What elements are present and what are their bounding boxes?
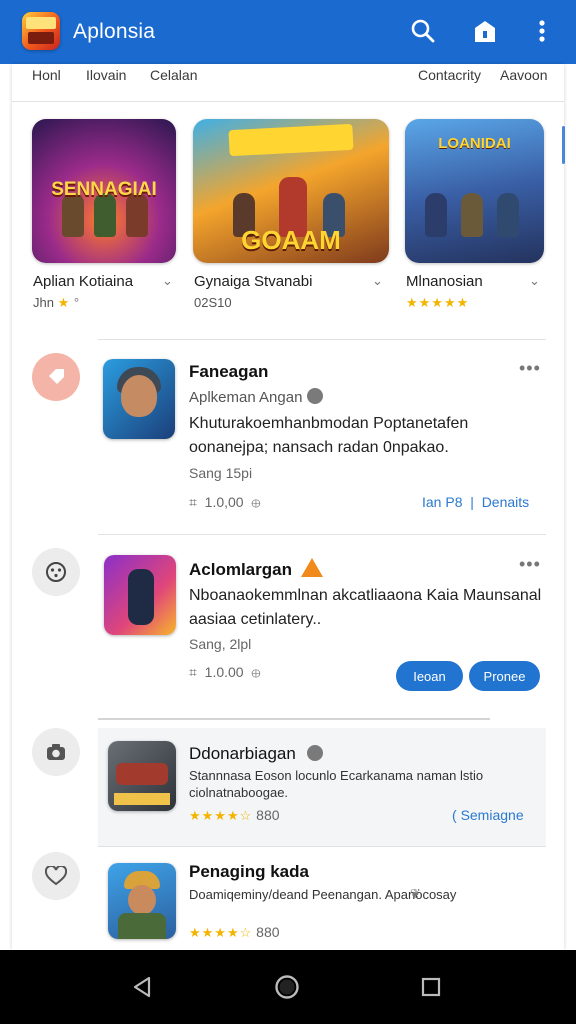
app-bar: Aplonsia bbox=[0, 0, 576, 64]
app-logo-icon[interactable] bbox=[22, 12, 60, 50]
featured-title: Mlnanosian bbox=[406, 273, 483, 290]
chevron-down-icon[interactable]: ⌄ bbox=[372, 273, 383, 289]
store-icon[interactable] bbox=[469, 14, 501, 48]
back-icon[interactable] bbox=[127, 972, 157, 1002]
tab-home[interactable]: Honl bbox=[32, 67, 61, 83]
action-link[interactable]: Ian P8 bbox=[422, 494, 462, 510]
row-description: Khuturakoemhanbmodan Poptanetafen oonane… bbox=[189, 415, 469, 456]
content-sheet: Honl Ilovain Celalan Contacrity Aavoon S… bbox=[12, 64, 565, 950]
row-stats: ⌗ 1.0,00 ⊕ bbox=[189, 494, 261, 510]
star-icon: ★ bbox=[57, 295, 71, 310]
verified-icon bbox=[306, 388, 323, 404]
info-icon: ⊕ bbox=[251, 664, 261, 680]
featured-banner-text: SENNAGIAI bbox=[51, 178, 157, 200]
row-actions: Ian P8 | Denaits bbox=[422, 494, 530, 510]
tab-browse[interactable]: Ilovain bbox=[86, 67, 126, 83]
verified-icon bbox=[306, 745, 323, 761]
featured-meta: Jhn ★ ° bbox=[33, 295, 80, 310]
row-title[interactable]: Faneagan bbox=[189, 362, 268, 382]
featured-card[interactable]: LOANIDAI Mlnanosian ⌄ ★★★★★ bbox=[405, 119, 545, 310]
app-icon[interactable] bbox=[104, 555, 176, 635]
more-horiz-icon[interactable]: ••• bbox=[519, 554, 541, 575]
featured-artwork[interactable]: GOAAM bbox=[193, 119, 389, 263]
row-description: Doamiqeminy/deand Peenangan. Apanocosay bbox=[189, 887, 457, 902]
stats-icon: ⌗ bbox=[189, 494, 197, 510]
app-icon[interactable] bbox=[103, 359, 175, 439]
row-stats: ⌗ 1.0.00 ⊕ bbox=[189, 664, 261, 680]
tab-account[interactable]: Aavoon bbox=[500, 67, 547, 83]
stats-icon: ⌗ bbox=[189, 664, 197, 680]
featured-banner-text: LOANIDAI bbox=[438, 134, 511, 152]
row-description: Nboanaokemmlnan akcatliaaona Kaia Maunsa… bbox=[189, 587, 542, 628]
camera-icon[interactable] bbox=[32, 728, 80, 776]
tag-icon[interactable] bbox=[32, 353, 80, 401]
row-date: Sang, 2lpl bbox=[189, 636, 252, 652]
star-rating-icon: ★★★★☆ bbox=[189, 808, 253, 823]
leaf-icon: ❦ bbox=[410, 886, 421, 901]
row-subtitle: Aplkeman Angan bbox=[189, 388, 323, 406]
divider bbox=[98, 339, 546, 340]
divider bbox=[98, 718, 490, 720]
row-title[interactable]: Penaging kada bbox=[189, 862, 309, 882]
gamepad-icon[interactable] bbox=[32, 548, 80, 596]
row-description: Stannnasa Eoson locunlo Ecarkanama naman… bbox=[189, 768, 484, 800]
warning-icon bbox=[300, 558, 323, 577]
scroll-indicator[interactable] bbox=[562, 126, 565, 164]
heart-icon[interactable] bbox=[32, 852, 80, 900]
recents-icon[interactable] bbox=[416, 972, 446, 1002]
divider bbox=[98, 534, 546, 535]
featured-title: Gynaiga Stvanabi bbox=[194, 273, 313, 290]
more-horiz-icon[interactable]: ••• bbox=[519, 358, 541, 379]
featured-rating: ★★★★★ bbox=[406, 295, 469, 311]
home-icon[interactable] bbox=[272, 972, 302, 1002]
row-date: Sang 15pi bbox=[189, 465, 253, 481]
featured-artwork[interactable]: SENNAGIAI bbox=[32, 119, 176, 263]
featured-title: Aplian Kotiaina bbox=[33, 273, 134, 290]
row-link[interactable]: ( Semiagne bbox=[452, 807, 524, 823]
install-button[interactable]: Ieoan bbox=[396, 661, 463, 691]
search-icon[interactable] bbox=[407, 14, 439, 48]
divider bbox=[98, 846, 546, 847]
star-rating-icon: ★★★★☆ bbox=[189, 925, 253, 940]
featured-banner-text: GOAAM bbox=[241, 224, 341, 255]
row-rating: ★★★★☆ 880 bbox=[189, 924, 280, 940]
star-rating-icon: ★★★★★ bbox=[406, 295, 470, 310]
tab-categories[interactable]: Celalan bbox=[150, 67, 197, 83]
row-title[interactable]: Aclomlargan bbox=[189, 558, 323, 580]
preview-button[interactable]: Pronee bbox=[469, 661, 540, 691]
more-vert-icon[interactable] bbox=[526, 14, 558, 48]
info-icon: ⊕ bbox=[251, 494, 261, 510]
featured-card[interactable]: GOAAM Gynaiga Stvanabi ⌄ 02S10 bbox=[193, 119, 389, 310]
featured-artwork[interactable]: LOANIDAI bbox=[405, 119, 544, 263]
tab-community[interactable]: Contacrity bbox=[418, 67, 481, 83]
app-icon[interactable] bbox=[108, 741, 176, 811]
row-title[interactable]: Ddonarbiagan bbox=[189, 744, 323, 764]
chevron-down-icon[interactable]: ⌄ bbox=[162, 273, 173, 289]
system-nav-bar bbox=[0, 950, 576, 1024]
app-title: Aplonsia bbox=[73, 20, 156, 43]
tab-bar: Honl Ilovain Celalan Contacrity Aavoon bbox=[12, 64, 564, 102]
featured-meta: 02S10 bbox=[194, 295, 232, 310]
chevron-down-icon[interactable]: ⌄ bbox=[529, 273, 540, 289]
row-rating: ★★★★☆ 880 bbox=[189, 807, 280, 823]
featured-card[interactable]: SENNAGIAI Aplian Kotiaina ⌄ Jhn ★ ° bbox=[32, 119, 178, 310]
app-icon[interactable] bbox=[108, 863, 176, 939]
details-link[interactable]: Denaits bbox=[482, 494, 529, 510]
